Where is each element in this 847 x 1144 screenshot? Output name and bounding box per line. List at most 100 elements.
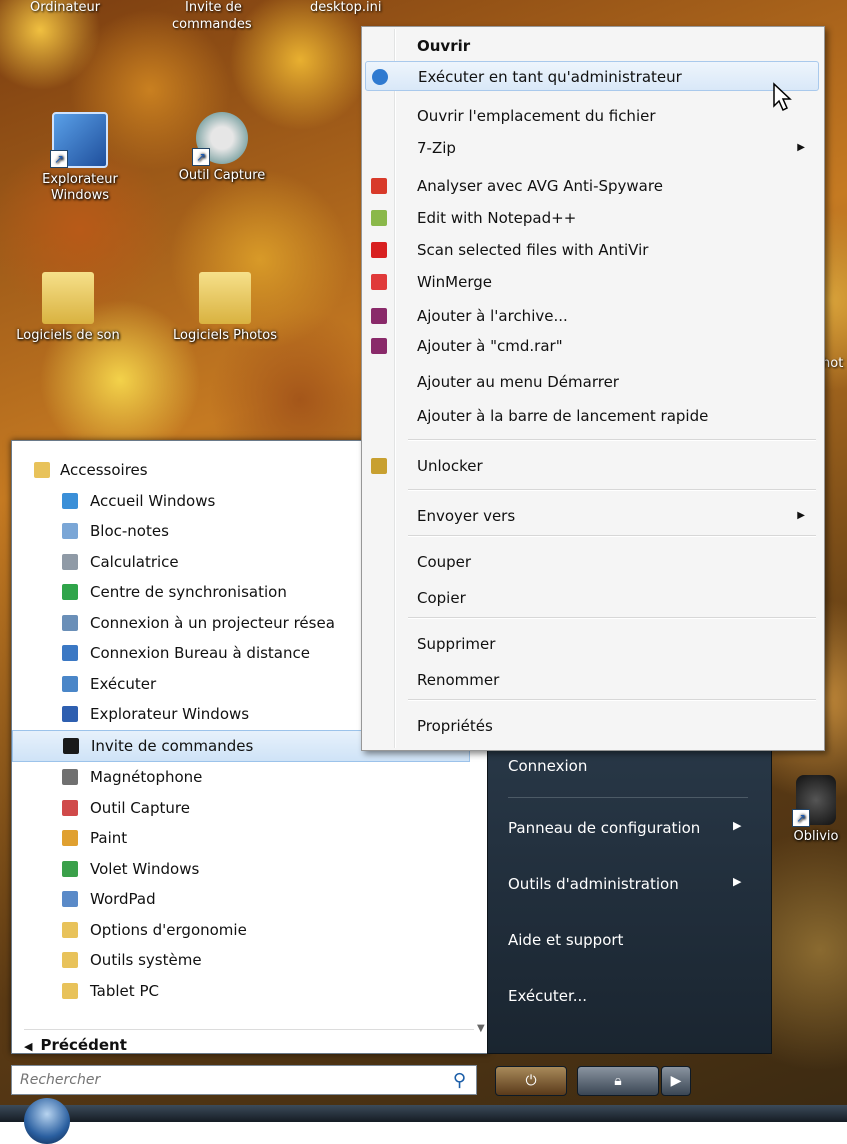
snipping-tool-icon bbox=[62, 799, 78, 816]
folder-icon bbox=[34, 462, 50, 478]
context-menu-item[interactable]: Exécuter en tant qu'administrateur bbox=[365, 61, 819, 91]
power-buttons: ⏻ 🔒︎ ▶ bbox=[495, 1063, 695, 1099]
winmerge-icon bbox=[371, 274, 387, 290]
program-label: Paint bbox=[90, 829, 128, 847]
shortcut-arrow-icon: ↗ bbox=[50, 150, 68, 168]
desktop-icon-outil-capture[interactable]: ↗ Outil Capture bbox=[162, 112, 282, 184]
program-item[interactable]: Magnétophone bbox=[12, 762, 474, 793]
desktop-label-invite[interactable]: Invite de bbox=[185, 0, 242, 15]
context-menu-separator bbox=[408, 489, 816, 491]
start-search-box[interactable]: ⚲ bbox=[11, 1065, 477, 1095]
context-menu-item[interactable]: Propriétés bbox=[365, 711, 819, 741]
context-menu-item[interactable]: Ajouter à l'archive... bbox=[365, 301, 819, 331]
desktop-label-invite-line2[interactable]: commandes bbox=[172, 17, 252, 32]
search-icon[interactable]: ⚲ bbox=[453, 1070, 466, 1091]
context-menu-label: Ouvrir bbox=[417, 37, 471, 55]
back-arrow-icon: ◀ bbox=[24, 1040, 33, 1053]
context-menu-label: Ouvrir l'emplacement du fichier bbox=[417, 107, 656, 125]
explorer-icon: ↗ bbox=[50, 112, 108, 168]
cmd-icon bbox=[63, 737, 79, 754]
folder-icon bbox=[199, 272, 251, 324]
projector-icon bbox=[62, 614, 78, 631]
scroll-down-arrow-icon[interactable]: ▼ bbox=[477, 1023, 485, 1034]
calculator-icon bbox=[62, 553, 78, 570]
context-menu-label: 7-Zip bbox=[417, 139, 456, 157]
desktop-icon-logiciels-photos[interactable]: Logiciels Photos bbox=[165, 272, 285, 344]
context-menu-item[interactable]: Analyser avec AVG Anti-Spyware bbox=[365, 171, 819, 201]
run-icon bbox=[62, 675, 78, 692]
context-menu-item[interactable]: Copier bbox=[365, 583, 819, 613]
context-menu-item[interactable]: Supprimer bbox=[365, 629, 819, 659]
antivir-icon bbox=[371, 242, 387, 258]
start-orb-button[interactable] bbox=[24, 1098, 70, 1144]
program-label: Options d'ergonomie bbox=[90, 920, 247, 939]
context-menu-item[interactable]: Ajouter à "cmd.rar" bbox=[365, 331, 819, 361]
right-item-connexion[interactable]: Connexion bbox=[508, 757, 587, 775]
program-item[interactable]: Paint bbox=[12, 823, 474, 854]
desktop-icon-logiciels-son[interactable]: Logiciels de son bbox=[8, 272, 128, 344]
taskbar bbox=[0, 1105, 847, 1122]
context-menu-item[interactable]: Scan selected files with AntiVir bbox=[365, 235, 819, 265]
desktop-label-ordinateur[interactable]: Ordinateur bbox=[30, 0, 100, 15]
context-menu-item[interactable]: Ouvrir bbox=[365, 31, 819, 61]
winrar-icon bbox=[371, 338, 387, 354]
context-menu-label: Scan selected files with AntiVir bbox=[417, 241, 649, 259]
explorer-icon bbox=[62, 706, 78, 722]
context-menu-item[interactable]: 7-Zip ▶ bbox=[365, 133, 819, 163]
desktop-label-desktop-ini[interactable]: desktop.ini bbox=[310, 0, 381, 15]
sidebar-icon bbox=[62, 860, 78, 877]
desktop-icon-oblivion[interactable]: ↗ Oblivio bbox=[776, 775, 847, 845]
right-item-aide-support[interactable]: Aide et support bbox=[508, 931, 623, 949]
right-item-panneau-configuration[interactable]: Panneau de configuration ▶ bbox=[508, 819, 741, 837]
context-menu-item[interactable]: WinMerge bbox=[365, 267, 819, 297]
context-menu-label: Propriétés bbox=[417, 717, 493, 735]
context-menu-item[interactable]: Unlocker bbox=[365, 451, 819, 481]
context-menu-item[interactable]: Ajouter à la barre de lancement rapide bbox=[365, 401, 819, 431]
welcome-icon bbox=[62, 492, 78, 509]
context-menu-label: Exécuter en tant qu'administrateur bbox=[418, 68, 682, 86]
context-menu-label: Ajouter à "cmd.rar" bbox=[417, 337, 563, 355]
music-folder-icon bbox=[42, 272, 94, 324]
sleep-button[interactable]: ⏻ bbox=[495, 1066, 567, 1096]
context-menu-item[interactable]: Ajouter au menu Démarrer bbox=[365, 367, 819, 397]
context-menu-item[interactable]: Ouvrir l'emplacement du fichier bbox=[365, 101, 819, 131]
program-item[interactable]: WordPad bbox=[12, 884, 474, 915]
context-menu-item[interactable]: Couper bbox=[365, 547, 819, 577]
chevron-right-icon: ▶ bbox=[733, 875, 742, 888]
context-menu-label: Couper bbox=[417, 553, 472, 571]
sync-icon bbox=[62, 584, 78, 600]
paint-icon bbox=[62, 830, 78, 846]
start-menu-right-pane: Connexion Panneau de configuration ▶ Outi… bbox=[487, 700, 772, 1054]
microphone-icon bbox=[62, 769, 78, 785]
search-input[interactable] bbox=[12, 1066, 448, 1094]
desktop-label-edge[interactable]: hot bbox=[822, 356, 843, 371]
program-item[interactable]: Tablet PC bbox=[12, 976, 474, 1007]
program-item[interactable]: Volet Windows bbox=[12, 854, 474, 885]
context-menu-label: Unlocker bbox=[417, 457, 483, 475]
context-menu-item[interactable]: Envoyer vers ▶ bbox=[365, 501, 819, 531]
context-menu-item[interactable]: Edit with Notepad++ bbox=[365, 203, 819, 233]
back-button[interactable]: ◀ Précédent bbox=[24, 1029, 474, 1060]
context-menu-separator bbox=[408, 439, 816, 441]
right-item-outils-administration[interactable]: Outils d'administration ▶ bbox=[508, 875, 741, 893]
desktop-icon-label: Oblivio bbox=[793, 829, 839, 844]
desktop-icon-explorateur[interactable]: ↗ Explorateur Windows bbox=[20, 112, 140, 204]
chevron-right-icon: ▶ bbox=[733, 819, 742, 832]
scissors-icon: ↗ bbox=[192, 112, 248, 166]
program-item[interactable]: Outil Capture bbox=[12, 793, 474, 824]
context-menu-label: Ajouter au menu Démarrer bbox=[417, 373, 619, 391]
context-menu-separator bbox=[408, 617, 816, 619]
context-menu-label: WinMerge bbox=[417, 273, 492, 291]
program-item[interactable]: Options d'ergonomie bbox=[12, 915, 474, 946]
context-menu: Ouvrir Exécuter en tant qu'administrateur… bbox=[361, 26, 825, 751]
unlocker-wand-icon bbox=[371, 458, 387, 474]
context-menu-item[interactable]: Renommer bbox=[365, 665, 819, 695]
lock-button[interactable]: 🔒︎ bbox=[577, 1066, 659, 1096]
notepad-icon bbox=[62, 523, 78, 539]
shutdown-options-button[interactable]: ▶ bbox=[661, 1066, 691, 1096]
context-menu-label: Supprimer bbox=[417, 635, 496, 653]
folder-icon bbox=[62, 921, 78, 938]
program-item[interactable]: Outils système bbox=[12, 945, 474, 976]
right-item-executer[interactable]: Exécuter... bbox=[508, 987, 587, 1005]
program-label: Bloc-notes bbox=[90, 522, 169, 540]
